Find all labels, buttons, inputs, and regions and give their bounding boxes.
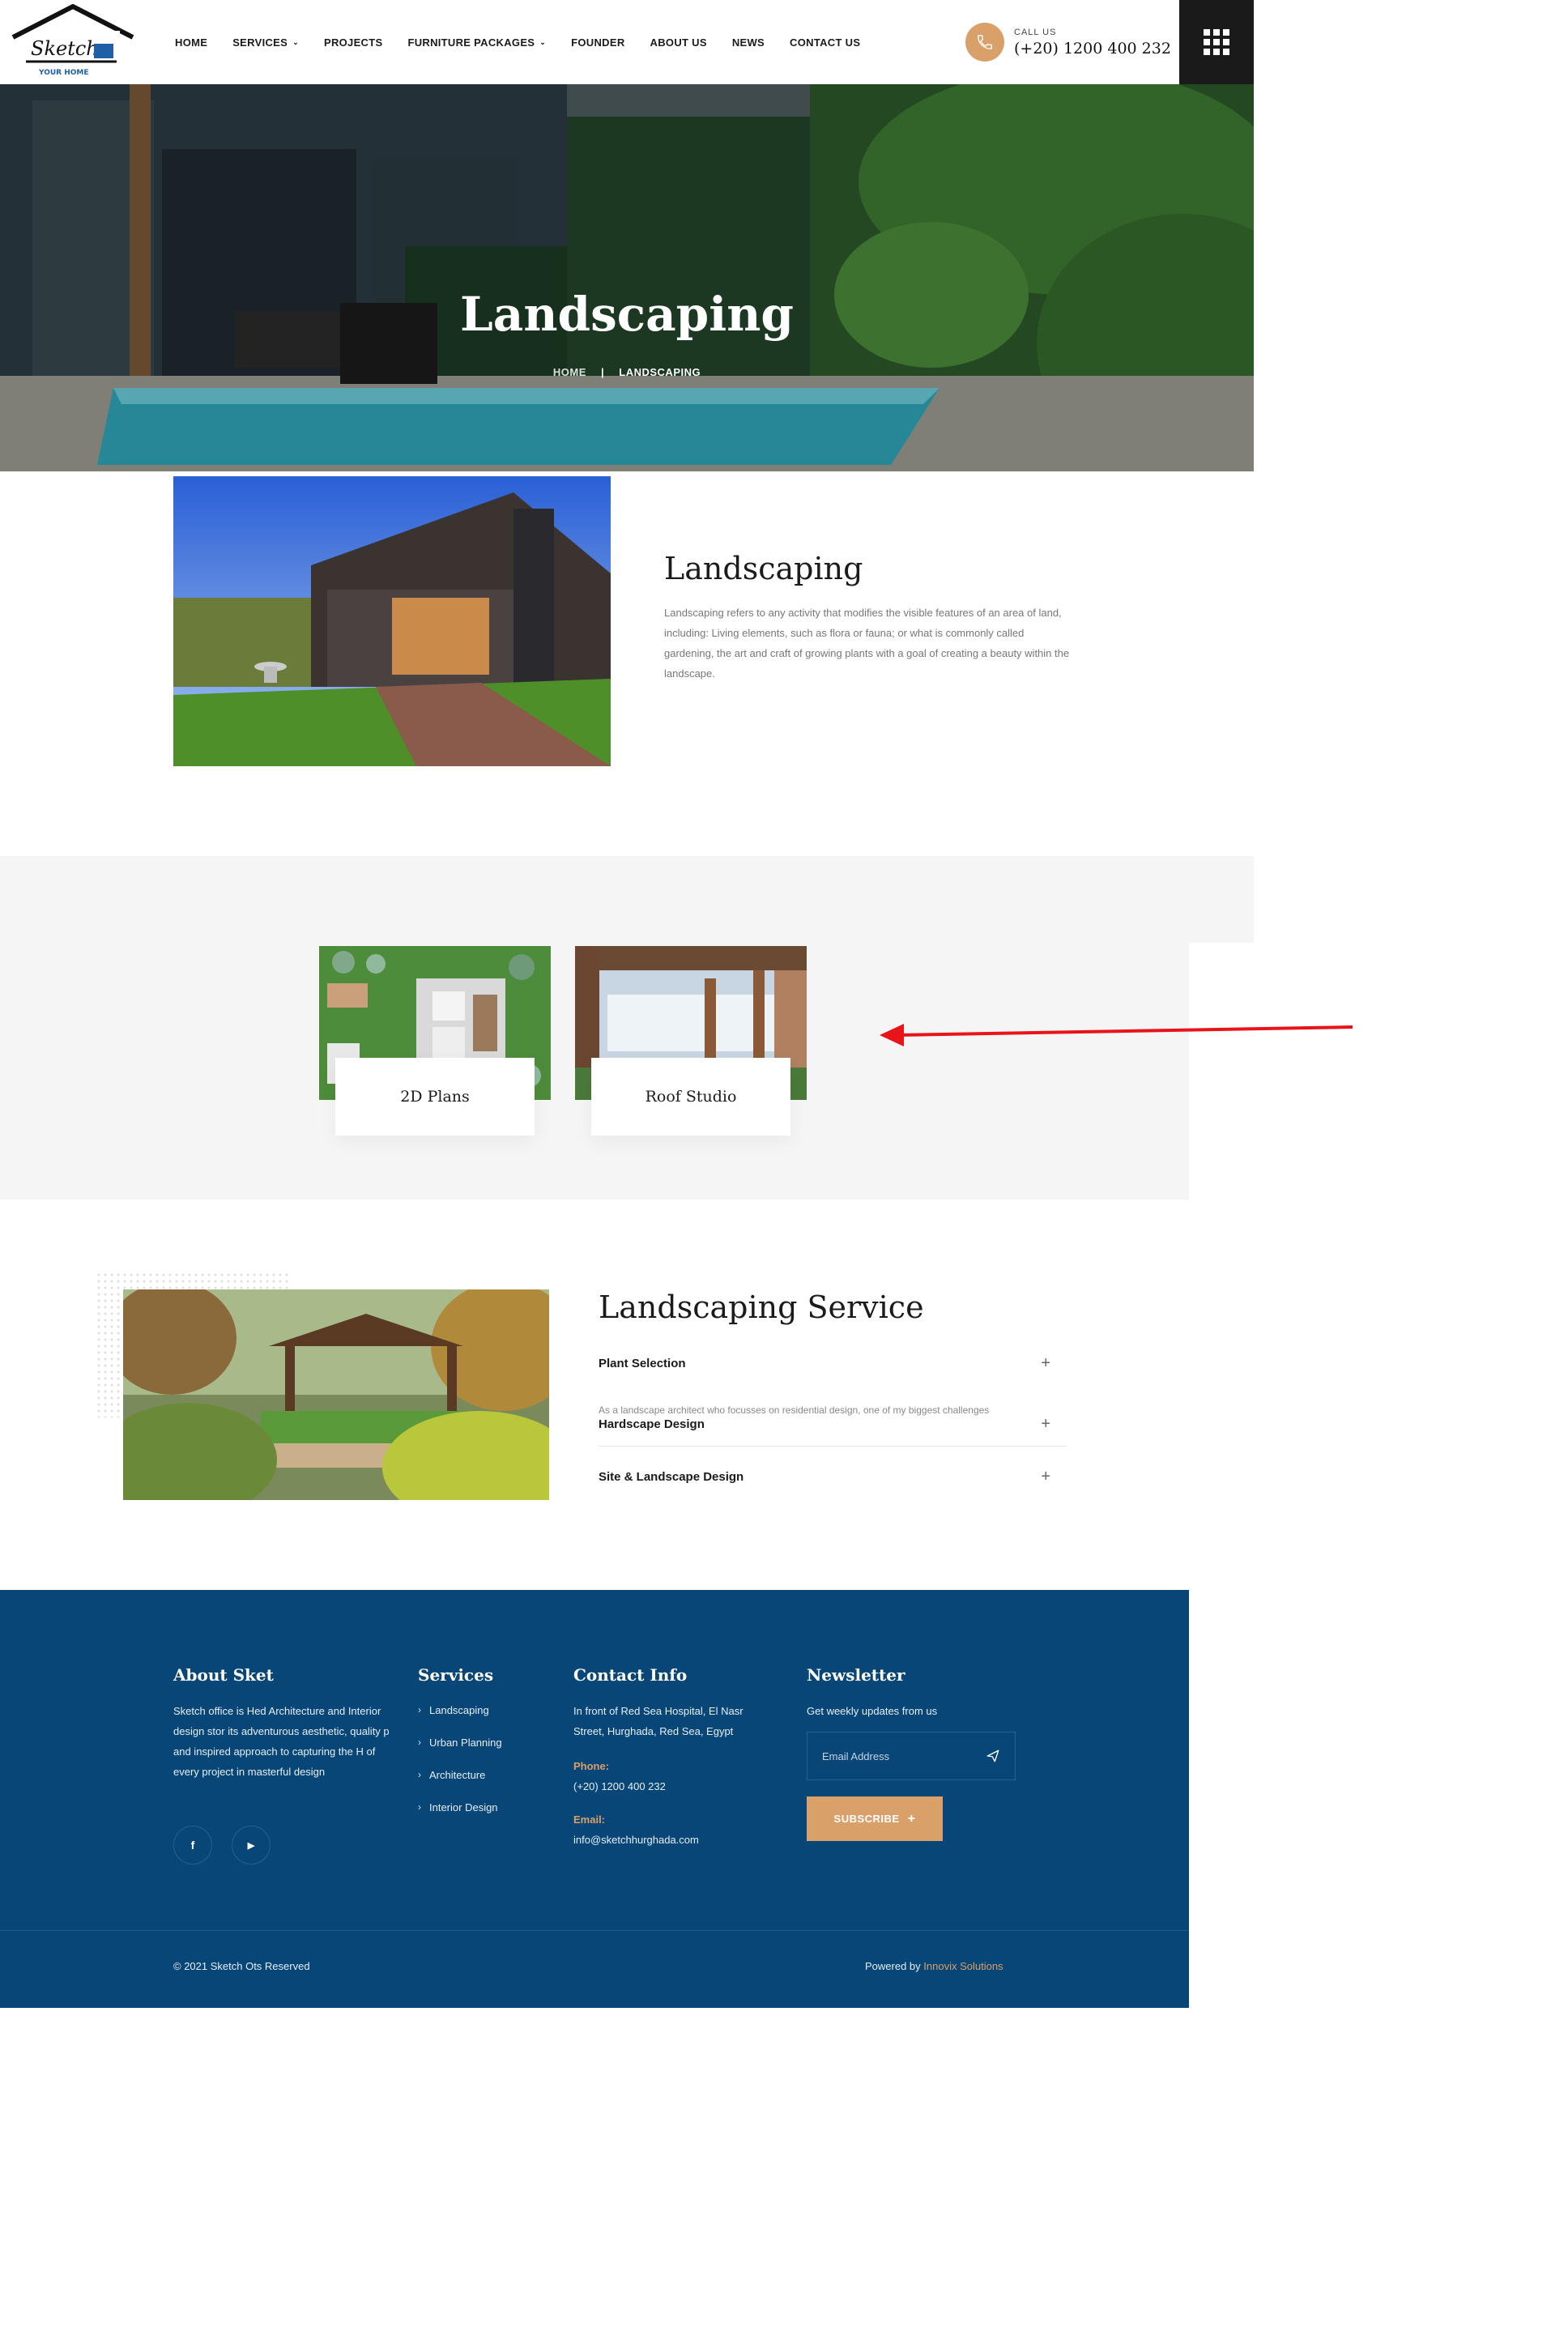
footer-service-link-urban-planning[interactable]: › Urban Planning — [418, 1737, 502, 1769]
accordion-item-plant-selection[interactable]: Plant Selection + — [599, 1354, 1067, 1373]
accordion-header[interactable]: Site & Landscape Design + — [599, 1468, 1067, 1486]
nav-about-us[interactable]: ABOUT US — [650, 36, 707, 49]
footer-service-link-architecture[interactable]: › Architecture — [418, 1769, 502, 1801]
chevron-right-icon: › — [418, 1769, 421, 1780]
footer-services-list: › Landscaping › Urban Planning › Architectu… — [418, 1704, 502, 1834]
nav-label: PROJECTS — [323, 36, 383, 49]
nav-label: NEWS — [731, 36, 765, 49]
intro-description: Landscaping refers to any activity that … — [664, 607, 1070, 680]
footer-about-title: About Sket — [173, 1665, 274, 1685]
accordion-title: Plant Selection — [599, 1357, 686, 1370]
accordion-item-site-landscape-design[interactable]: Site & Landscape Design + — [599, 1468, 1067, 1486]
youtube-icon[interactable]: ▶ — [232, 1826, 271, 1865]
nav-label: FURNITURE PACKAGES — [407, 36, 535, 49]
footer-link-label: Interior Design — [429, 1801, 498, 1813]
plus-icon: + — [907, 1811, 916, 1826]
breadcrumb-separator: | — [601, 366, 605, 378]
nav-furniture-packages[interactable]: FURNITURE PACKAGES ⌄ — [407, 36, 546, 49]
newsletter-email-input[interactable] — [822, 1749, 968, 1762]
call-us-block[interactable]: CALL US (+20) 1200 400 232 — [965, 23, 1171, 62]
accordion-title: Site & Landscape Design — [599, 1470, 744, 1484]
accordion-body-plant-selection: As a landscape architect who focusses on… — [599, 1404, 990, 1416]
accordion-header[interactable]: Plant Selection + — [599, 1354, 1067, 1373]
send-icon[interactable] — [986, 1749, 1000, 1763]
footer-phone[interactable]: (+20) 1200 400 232 — [573, 1776, 666, 1796]
nav-founder[interactable]: FOUNDER — [571, 36, 624, 49]
footer-contact-address: In front of Red Sea Hospital, El Nasr St… — [573, 1705, 744, 1737]
nav-home[interactable]: HOME — [175, 36, 207, 49]
plus-icon[interactable]: + — [1041, 1354, 1050, 1373]
footer-divider — [0, 1930, 1189, 1931]
footer-email[interactable]: info@sketchhurghada.com — [573, 1830, 699, 1850]
hero-background-image — [0, 84, 1254, 471]
footer-phone-label: Phone: — [573, 1760, 610, 1772]
intro-title: Landscaping — [664, 551, 863, 586]
call-number: (+20) 1200 400 232 — [1014, 39, 1171, 58]
accordion-title: Hardscape Design — [599, 1417, 705, 1431]
service-title: Landscaping Service — [599, 1289, 924, 1325]
svg-text:Sketch: Sketch — [31, 37, 99, 60]
chevron-right-icon: › — [418, 1801, 421, 1813]
project-card-2d-plans[interactable]: 2D Plans — [335, 1058, 535, 1136]
footer-service-link-interior-design[interactable]: › Interior Design — [418, 1801, 502, 1834]
footer-service-link-landscaping[interactable]: › Landscaping — [418, 1704, 502, 1737]
copyright-text: © 2021 Sketch Ots Reserved — [173, 1960, 310, 1972]
breadcrumb-current: LANDSCAPING — [619, 366, 701, 378]
site-header: Sketch YOUR HOME HOME SERVICES ⌄ PROJECTS… — [0, 0, 1254, 84]
logo-icon: Sketch YOUR HOME — [11, 4, 134, 77]
site-logo[interactable]: Sketch YOUR HOME — [8, 3, 138, 81]
accordion-header[interactable]: Hardscape Design + — [599, 1415, 1067, 1434]
menu-grid-button[interactable] — [1179, 0, 1254, 84]
footer-contact-title: Contact Info — [573, 1665, 688, 1685]
phone-icon — [965, 23, 1004, 62]
accordion-item-hardscape-design[interactable]: Hardscape Design + — [599, 1415, 1067, 1434]
chevron-right-icon: › — [418, 1704, 421, 1715]
landscaping-intro-image — [173, 476, 611, 766]
nav-news[interactable]: NEWS — [732, 36, 765, 49]
footer-newsletter-title: Newsletter — [807, 1665, 905, 1685]
footer-link-label: Urban Planning — [429, 1737, 502, 1749]
facebook-icon[interactable]: f — [173, 1826, 212, 1865]
footer-link-label: Architecture — [429, 1769, 486, 1781]
plus-icon[interactable]: + — [1041, 1415, 1050, 1434]
newsletter-email-field[interactable] — [807, 1732, 1016, 1780]
breadcrumb-home[interactable]: HOME — [553, 366, 586, 378]
nav-label: CONTACT US — [790, 36, 861, 49]
call-label: CALL US — [1014, 27, 1057, 37]
footer-link-label: Landscaping — [429, 1704, 489, 1716]
powered-by: Powered by Innovix Solutions — [865, 1960, 1003, 1972]
subscribe-label: SUBSCRIBE — [833, 1813, 900, 1825]
powered-by-prefix: Powered by — [865, 1960, 921, 1972]
nav-label: ABOUT US — [650, 36, 707, 49]
red-arrow-annotation — [880, 1024, 1353, 1046]
nav-label: HOME — [175, 36, 208, 49]
accordion-divider — [599, 1446, 1067, 1447]
hero-banner: Landscaping HOME | LANDSCAPING — [0, 84, 1254, 471]
site-footer — [0, 1590, 1189, 2008]
breadcrumb: HOME | LANDSCAPING — [0, 366, 1254, 378]
main-nav: HOME SERVICES ⌄ PROJECTS FURNITURE PACKAG… — [175, 0, 885, 84]
project-card-roof-studio[interactable]: Roof Studio — [591, 1058, 790, 1136]
footer-about-text: Sketch office is Hed Architecture and In… — [173, 1705, 390, 1778]
nav-label: SERVICES — [232, 36, 288, 49]
nav-contact-us[interactable]: CONTACT US — [790, 36, 860, 49]
plus-icon[interactable]: + — [1041, 1468, 1050, 1486]
nav-projects[interactable]: PROJECTS — [324, 36, 382, 49]
hero-title: Landscaping — [460, 287, 794, 342]
footer-email-label: Email: — [573, 1813, 606, 1826]
nav-label: FOUNDER — [571, 36, 625, 49]
landscaping-service-image — [123, 1289, 549, 1500]
powered-by-link[interactable]: Innovix Solutions — [923, 1960, 1003, 1972]
chevron-down-icon: ⌄ — [539, 37, 547, 46]
svg-text:YOUR HOME: YOUR HOME — [38, 69, 89, 77]
chevron-right-icon: › — [418, 1737, 421, 1748]
footer-services-title: Services — [418, 1665, 494, 1685]
chevron-down-icon: ⌄ — [292, 37, 299, 46]
footer-newsletter-text: Get weekly updates from us — [807, 1705, 938, 1717]
nav-services[interactable]: SERVICES ⌄ — [232, 36, 299, 49]
band-gap — [1189, 943, 1254, 1200]
subscribe-button[interactable]: SUBSCRIBE + — [807, 1796, 943, 1841]
grid-icon — [1204, 29, 1229, 55]
